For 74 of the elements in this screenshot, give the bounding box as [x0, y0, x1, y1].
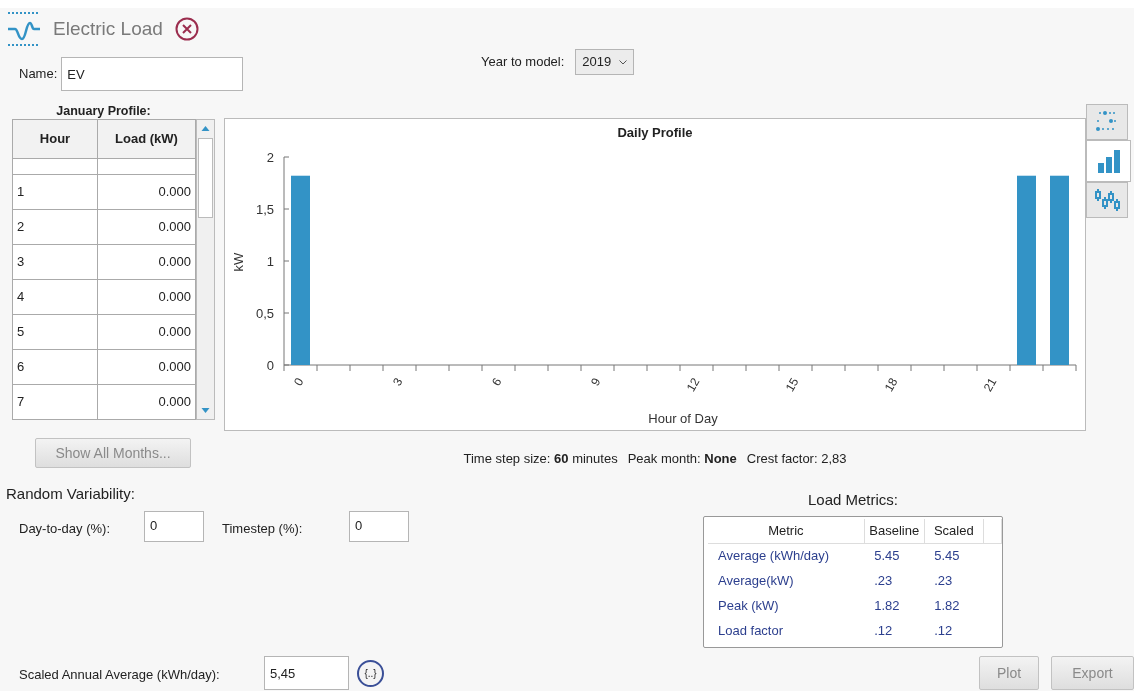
field-label: Scaled Annual Average (kWh/day): [19, 666, 221, 685]
axis-title: Hour of Day [648, 411, 718, 426]
tick-label: 0,5 [255, 306, 274, 321]
field-label: Timestep (%): [222, 520, 304, 538]
field-label: Day-to-day (%): [19, 520, 112, 538]
table-cell: 5.45 [864, 543, 925, 568]
table-cell-text: Load factor [717, 621, 785, 640]
tick-label: 18 [881, 375, 901, 395]
table-cell-text: .12 [933, 621, 954, 640]
tick-label: 9 [588, 375, 604, 389]
chart-type-tab[interactable] [1086, 182, 1128, 218]
formula-button[interactable]: {..} [357, 659, 384, 687]
table-cell: 0.000 [97, 314, 196, 350]
status-text: Peak month: None [627, 450, 737, 468]
table-cell-text: .23 [873, 571, 894, 590]
tick-label: 0 [266, 358, 274, 373]
panel-title: Electric Load [53, 16, 163, 41]
tick-label: 1,5 [255, 202, 274, 217]
table-cell: 0.000 [97, 209, 196, 245]
tick-label: 0 [291, 375, 307, 389]
column-header: Baseline [864, 519, 925, 543]
table-cell: 0.000 [97, 279, 196, 315]
wave-icon [7, 11, 41, 47]
chevron-icon [619, 59, 628, 65]
column-header: Hour [12, 119, 98, 159]
table-cell-text: 1.82 [933, 596, 961, 615]
table-cell: 2 [12, 209, 98, 245]
status-text: Time step size: 60 minutes [463, 450, 618, 468]
table-cell-text: Average(kW) [717, 571, 795, 590]
tick-label: 2 [266, 150, 274, 165]
table-cell: 5 [12, 314, 98, 350]
table-cell: 0.000 [97, 384, 196, 420]
table-caption: January Profile: [56, 104, 151, 118]
tick-label: 6 [489, 375, 505, 389]
table-cell-text: 1.82 [873, 596, 901, 615]
axis-title: kW [231, 252, 246, 272]
scrollbar-thumb[interactable] [198, 138, 213, 218]
table-cell: 7 [12, 384, 98, 420]
table-cell: 0.000 [97, 174, 196, 210]
scaled-average-field[interactable]: 5,45 [264, 656, 349, 690]
table-cell: 1 [12, 174, 98, 210]
table-cell-text: .12 [873, 621, 894, 640]
name-field[interactable]: EV [61, 57, 244, 91]
number-field[interactable]: 0 [144, 511, 204, 542]
table-cell: 0.000 [97, 349, 196, 385]
field-label: Year to model: [481, 53, 565, 72]
chart-type-tab[interactable] [1086, 140, 1131, 182]
table-cell: 5.45 [924, 543, 984, 568]
tick-label: 12 [683, 375, 703, 395]
section-title: Random Variability: [6, 483, 135, 504]
chart-title: Daily Profile [617, 125, 693, 140]
section-title: Load Metrics: [807, 490, 898, 508]
table-cell: 4 [12, 279, 98, 315]
tick-label: 3 [390, 375, 406, 389]
table-cell: Average (kWh/day) [708, 543, 865, 568]
table-cell-text: .23 [933, 571, 954, 590]
bar-chart-icon [1095, 149, 1122, 173]
table-cell: 6 [12, 349, 98, 385]
number-field[interactable]: 0 [349, 511, 409, 542]
table-cell: 0.000 [97, 244, 196, 280]
status-text: Crest factor: 2,83 [746, 450, 847, 468]
candlestick-icon [1094, 188, 1120, 212]
close-icon[interactable] [174, 17, 199, 41]
tick-label: 15 [782, 375, 802, 395]
column-header: Metric [708, 519, 865, 543]
field-label: Name: [19, 65, 58, 84]
column-header: Load (kW) [97, 119, 196, 159]
table-cell: 3 [12, 244, 98, 280]
table-cell-text: Peak (kW) [717, 596, 780, 615]
chart-type-tab[interactable] [1086, 104, 1128, 140]
tick-label: 1 [266, 254, 274, 269]
year-dropdown[interactable]: 2019 [575, 49, 635, 75]
column-header: Scaled [924, 519, 984, 543]
tick-label: 21 [980, 375, 1000, 395]
